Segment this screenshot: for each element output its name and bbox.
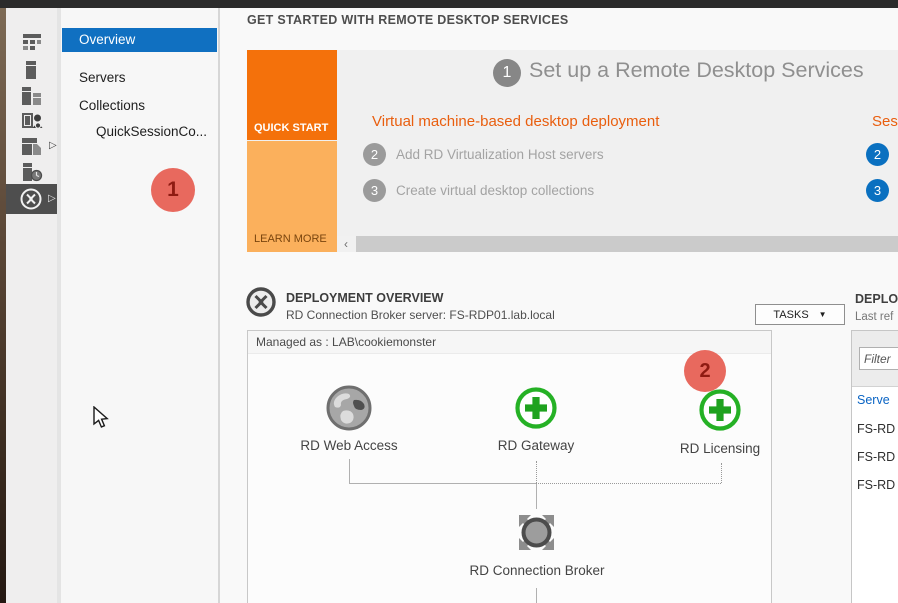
add-rd-licensing-icon[interactable] xyxy=(698,388,742,432)
rd-connection-broker-icon[interactable] xyxy=(513,509,560,556)
connector-below-broker xyxy=(536,588,537,603)
deployment-overview-subtitle: RD Connection Broker server: FS-RDP01.la… xyxy=(286,308,555,322)
learn-more-label: LEARN MORE xyxy=(254,233,327,245)
learn-more-tab[interactable]: LEARN MORE xyxy=(247,141,337,252)
remote-desktop-services-icon xyxy=(19,187,43,211)
tasks-dropdown-button[interactable]: TASKS ▼ xyxy=(755,304,845,325)
rd-connection-broker-label[interactable]: RD Connection Broker xyxy=(447,563,627,578)
deployment-overview-title: DEPLOYMENT OVERVIEW xyxy=(286,291,443,305)
sidebar-icon-rail: ▷ ▷ xyxy=(6,8,58,603)
tasks-caret-icon: ▼ xyxy=(819,310,827,319)
step2-number-circle: 2 xyxy=(363,143,386,166)
sidebar-item-all-servers[interactable] xyxy=(6,84,58,108)
server-row[interactable]: FS-RD xyxy=(857,422,895,436)
connector-broker-stub xyxy=(536,484,537,509)
connector-licensing-stub xyxy=(721,463,722,483)
all-servers-icon xyxy=(22,87,42,105)
deployment-servers-panel: Serve FS-RD FS-RD FS-RD xyxy=(851,330,898,603)
scrollbar-thumb[interactable] xyxy=(356,236,898,252)
connector-web-stub xyxy=(349,459,350,483)
vm-deployment-heading[interactable]: Virtual machine-based desktop deployment xyxy=(372,113,659,130)
flyout-arrow-icon[interactable]: ▷ xyxy=(49,140,57,151)
dashboard-icon xyxy=(22,34,42,50)
flyout-arrow-icon[interactable]: ▷ xyxy=(48,193,56,204)
server-name-column-header[interactable]: Serve xyxy=(857,393,890,407)
file-storage-icon xyxy=(22,138,42,156)
deployment-servers-title: DEPLO xyxy=(855,292,898,306)
nav-item-servers[interactable]: Servers xyxy=(62,66,217,90)
server-row[interactable]: FS-RD xyxy=(857,478,895,492)
sidebar-item-local-server[interactable] xyxy=(6,58,58,82)
step1-title: Set up a Remote Desktop Services xyxy=(529,58,864,83)
sidebar-item-remote-desktop-services[interactable]: ▷ xyxy=(6,184,58,214)
rd-licensing-label[interactable]: RD Licensing xyxy=(630,441,810,456)
sidebar-item-ad-ds[interactable] xyxy=(6,109,58,133)
sidebar-item-file-storage[interactable]: ▷ xyxy=(6,135,58,159)
scroll-left-button[interactable]: ‹ xyxy=(337,236,355,252)
managed-as-bar: Managed as : LAB\cookiemonster xyxy=(248,331,771,354)
rd-web-access-label[interactable]: RD Web Access xyxy=(259,438,439,453)
sidebar-item-services[interactable] xyxy=(6,161,58,185)
filter-toolbar xyxy=(852,331,898,387)
connector-horizontal-solid xyxy=(349,483,536,484)
sidebar-item-dashboard[interactable] xyxy=(6,30,58,54)
quick-start-tab[interactable]: QUICK START xyxy=(247,50,337,140)
quickstart-tile: QUICK START LEARN MORE 1 Set up a Remote… xyxy=(247,50,898,252)
session-deployment-heading[interactable]: Ses xyxy=(872,113,898,130)
step1-number-circle: 1 xyxy=(493,59,521,87)
get-started-title: GET STARTED WITH REMOTE DESKTOP SERVICES xyxy=(247,13,569,27)
session-step3-circle: 3 xyxy=(866,179,889,202)
nav-item-quicksessioncollection[interactable]: QuickSessionCo... xyxy=(62,120,217,144)
rds-nav-panel: Overview Servers Collections QuickSessio… xyxy=(61,8,218,603)
add-rd-gateway-icon[interactable] xyxy=(514,386,558,430)
quick-start-label: QUICK START xyxy=(254,122,328,134)
connector-horizontal-dotted xyxy=(536,483,721,484)
nav-separator xyxy=(218,8,220,603)
step3-number-circle: 3 xyxy=(363,179,386,202)
globe-icon xyxy=(325,384,373,432)
horizontal-scrollbar[interactable]: ‹ xyxy=(337,236,898,252)
notification-badge-1: 1 xyxy=(151,168,195,212)
rd-gateway-label[interactable]: RD Gateway xyxy=(446,438,626,453)
mouse-cursor xyxy=(93,406,115,430)
deployment-servers-subtitle: Last ref xyxy=(855,311,893,323)
nav-item-overview[interactable]: Overview xyxy=(62,28,217,52)
step2-label[interactable]: Add RD Virtualization Host servers xyxy=(396,147,604,162)
window-top-bar xyxy=(0,0,898,8)
rds-deployment-icon xyxy=(245,286,277,318)
connector-gateway-stub xyxy=(536,461,537,483)
step3-label[interactable]: Create virtual desktop collections xyxy=(396,183,594,198)
services-icon xyxy=(23,163,43,182)
server-manager-window: ▷ ▷ 1 Overview Servers Collections Quick… xyxy=(0,0,898,603)
tasks-label: TASKS xyxy=(773,309,808,321)
nav-item-collections[interactable]: Collections xyxy=(62,94,217,118)
notification-badge-2: 2 xyxy=(684,350,726,392)
local-server-icon xyxy=(25,61,37,79)
session-step2-circle: 2 xyxy=(866,143,889,166)
server-row[interactable]: FS-RD xyxy=(857,450,895,464)
filter-input[interactable] xyxy=(859,347,898,370)
ad-ds-icon xyxy=(22,112,44,131)
